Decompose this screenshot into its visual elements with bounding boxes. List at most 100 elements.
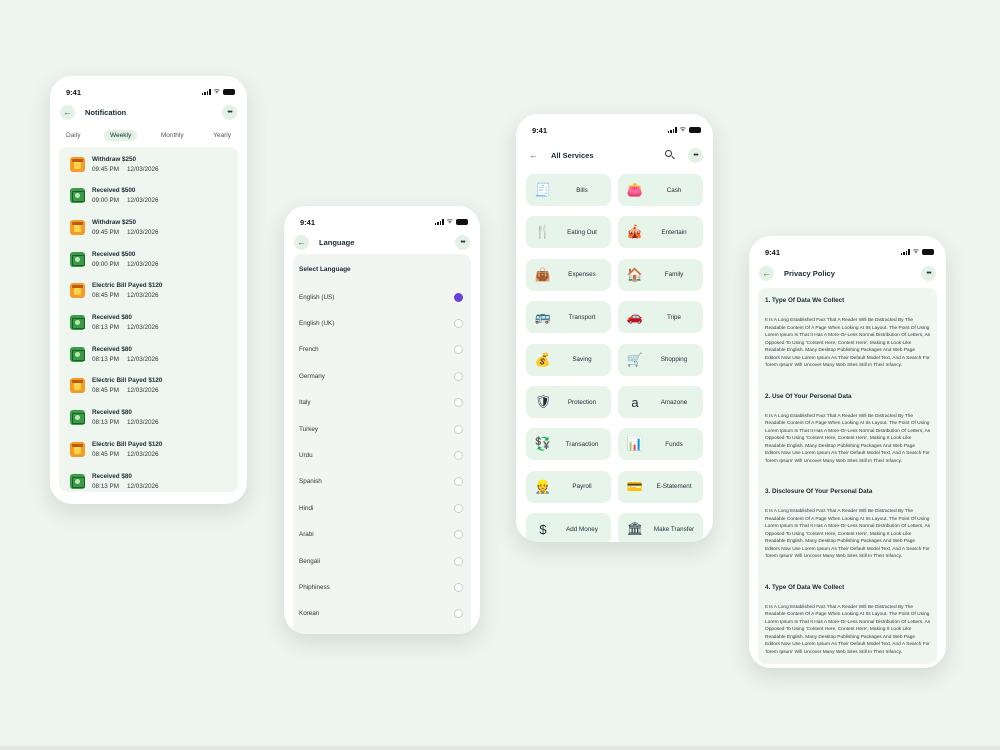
- notification-item[interactable]: Received $80 08:13 PM 12/03/2026: [70, 310, 234, 336]
- notification-item[interactable]: Received $80 08:13 PM 12/03/2026: [70, 405, 234, 431]
- section-body: It Is A Long Established Fact That A Rea…: [765, 509, 931, 559]
- notification-title: Electric Bill Payed $120: [92, 377, 163, 385]
- notification-time: 09:00 PM: [92, 260, 119, 268]
- language-option[interactable]: Italy: [299, 397, 463, 409]
- notification-meta: 08:13 PM 12/03/2026: [92, 356, 158, 363]
- language-option[interactable]: English (UK): [299, 317, 463, 329]
- car-icon: 🚗: [626, 309, 644, 325]
- notification-item[interactable]: Withdraw $250 09:45 PM 12/03/2026: [70, 214, 234, 240]
- service-family[interactable]: 🏠 Family: [618, 258, 703, 291]
- radio-button[interactable]: [454, 556, 463, 566]
- language-option[interactable]: Turkey: [299, 423, 463, 435]
- more-options-icon[interactable]: •••: [222, 104, 237, 120]
- service-shopping[interactable]: 🛒 Shopping: [618, 343, 703, 376]
- radio-button[interactable]: [454, 398, 463, 408]
- service-protection[interactable]: 🛡 Protection: [526, 386, 611, 418]
- notification-meta: 08:13 PM 12/03/2026: [92, 483, 158, 490]
- status-time: 9:41: [300, 217, 316, 227]
- radio-button[interactable]: [454, 503, 463, 513]
- radio-button[interactable]: [454, 345, 463, 355]
- notification-meta: 08:45 PM 12/03/2026: [92, 451, 162, 458]
- radio-button[interactable]: [454, 609, 463, 619]
- language-name: Bengali: [299, 557, 321, 565]
- notification-time: 08:13 PM: [92, 355, 119, 363]
- language-option[interactable]: Spanish: [299, 476, 463, 488]
- status-icons: ᯤ: [201, 88, 235, 95]
- service-label: Transport: [568, 313, 596, 321]
- more-options-icon[interactable]: •••: [688, 147, 703, 163]
- service-transport[interactable]: 🚌 Transport: [526, 301, 611, 334]
- service-label: Make Transfer: [653, 525, 695, 533]
- notification-item[interactable]: Received $500 09:00 PM 12/03/2026: [70, 183, 234, 209]
- status-time: 9:41: [765, 247, 781, 257]
- language-name: English (US): [299, 293, 335, 301]
- service-e-statement[interactable]: 💳 E-Statement: [618, 470, 703, 503]
- notification-meta: 09:45 PM 12/03/2026: [92, 166, 158, 173]
- notification-item[interactable]: Withdraw $250 09:45 PM 12/03/2026: [70, 151, 234, 177]
- language-name: Italy: [299, 399, 311, 407]
- more-options-icon[interactable]: •••: [921, 265, 936, 281]
- notification-item[interactable]: Electric Bill Payed $120 08:45 PM 12/03/20…: [70, 373, 234, 399]
- radio-button[interactable]: [454, 477, 463, 487]
- language-option[interactable]: French: [299, 344, 463, 356]
- service-payroll[interactable]: 👷 Payroll: [526, 470, 611, 503]
- language-option[interactable]: Phiphiness: [299, 581, 463, 593]
- service-make-transfer[interactable]: 🏛 Make Transfer: [618, 513, 703, 542]
- service-eating-out[interactable]: 🍴 Eating Out: [526, 216, 611, 249]
- more-options-icon[interactable]: •••: [455, 234, 470, 250]
- notification-item[interactable]: Electric Bill Payed $120 08:45 PM 12/03/20…: [70, 278, 234, 304]
- language-option[interactable]: English (US): [299, 291, 463, 303]
- notification-item[interactable]: Received $80 08:13 PM 12/03/2026: [70, 468, 234, 492]
- radio-button[interactable]: [454, 450, 463, 460]
- language-option[interactable]: Korean: [299, 608, 463, 620]
- radio-button[interactable]: [454, 530, 463, 540]
- service-funds[interactable]: 📊 Funds: [618, 428, 703, 461]
- language-option[interactable]: Arabi: [299, 529, 463, 541]
- service-label: Expenses: [568, 271, 596, 279]
- language-option[interactable]: Hindi: [299, 502, 463, 514]
- tab-monthly[interactable]: Monthly: [155, 130, 190, 141]
- tab-weekly[interactable]: Weekly: [104, 130, 138, 141]
- notification-meta: 09:45 PM 12/03/2026: [92, 229, 158, 236]
- service-bills[interactable]: 🧾 Bills: [526, 174, 611, 206]
- service-transaction[interactable]: 💱 Transaction: [526, 428, 611, 461]
- notification-item[interactable]: Received $500 09:00 PM 12/03/2026: [70, 246, 234, 272]
- section-heading: 4. Type Of Data We Collect: [765, 583, 845, 591]
- radio-button[interactable]: [454, 318, 463, 328]
- service-label: Payroll: [572, 483, 592, 491]
- shield-icon: 🛡: [534, 394, 552, 409]
- service-expenses[interactable]: 👜 Expenses: [526, 258, 611, 291]
- notification-date: 12/03/2026: [126, 165, 159, 173]
- notification-item[interactable]: Received $80 08:13 PM 12/03/2026: [70, 341, 234, 367]
- back-arrow-icon[interactable]: ←: [759, 265, 774, 281]
- tab-yearly[interactable]: Yearly: [207, 130, 237, 141]
- radio-button[interactable]: [454, 371, 463, 381]
- radio-button[interactable]: [454, 424, 463, 434]
- back-arrow-icon[interactable]: ←: [60, 104, 75, 120]
- service-add-money[interactable]: $ Add Money: [526, 513, 611, 542]
- notification-date: 12/03/2026: [126, 355, 159, 363]
- back-arrow-icon[interactable]: ←: [294, 234, 309, 250]
- notification-time: 09:00 PM: [92, 197, 119, 205]
- service-cash[interactable]: 👛 Cash: [618, 174, 703, 206]
- service-amazone[interactable]: a Amazone: [618, 386, 703, 418]
- service-label: Amazone: [660, 398, 688, 406]
- back-arrow-icon[interactable]: ←: [526, 148, 541, 163]
- tab-daily[interactable]: Daily: [60, 130, 86, 141]
- status-time: 9:41: [66, 87, 82, 97]
- language-option[interactable]: Germany: [299, 370, 463, 382]
- wifi-icon: ᯤ: [446, 218, 453, 225]
- notification-text: Electric Bill Payed $120 08:45 PM 12/03/20…: [92, 441, 162, 458]
- signal-icon: [201, 89, 211, 95]
- notification-item[interactable]: Electric Bill Payed $120 08:45 PM 12/03/20…: [70, 436, 234, 462]
- search-icon[interactable]: [664, 149, 676, 161]
- service-entertain[interactable]: 🎪 Entertain: [618, 216, 703, 249]
- service-tripe[interactable]: 🚗 Tripe: [618, 301, 703, 334]
- service-saving[interactable]: 💰 Saving: [526, 343, 611, 376]
- radio-button[interactable]: [454, 292, 463, 302]
- section-body: It Is A Long Established Fact That A Rea…: [765, 413, 931, 464]
- language-option[interactable]: Bengali: [299, 555, 463, 567]
- language-name: French: [299, 346, 319, 354]
- language-option[interactable]: Urdu: [299, 449, 463, 461]
- radio-button[interactable]: [454, 582, 463, 592]
